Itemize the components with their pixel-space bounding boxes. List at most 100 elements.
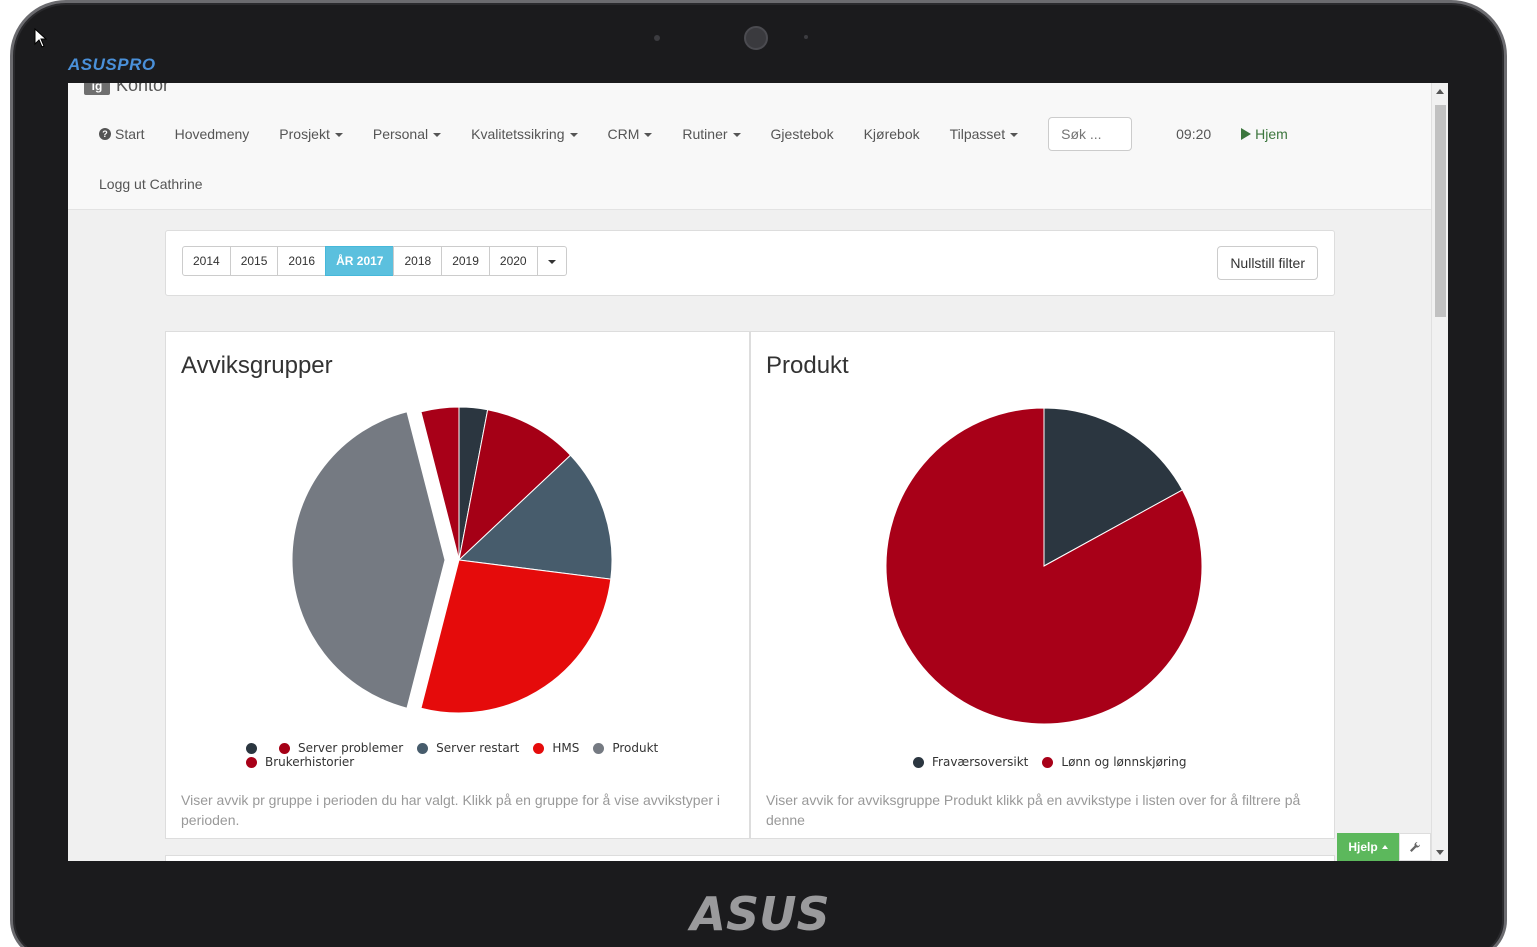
top-navbar: ig Kontor ? Start Hovedmeny Prosjekt Per… bbox=[68, 83, 1431, 210]
legend-item[interactable]: Server problemer bbox=[279, 741, 403, 755]
app-logo-badge: ig bbox=[84, 83, 110, 95]
home-label: Hjem bbox=[1255, 126, 1288, 142]
legend-label: HMS bbox=[552, 741, 580, 755]
legend-label: Produkt bbox=[612, 741, 659, 755]
legend-dot-icon bbox=[417, 742, 429, 754]
legend-label: Brukerhistorier bbox=[265, 755, 355, 769]
pie-chart-produkt bbox=[885, 407, 1203, 725]
year-button-2020[interactable]: 2020 bbox=[488, 246, 538, 276]
nav-kvalitetssikring[interactable]: Kvalitetssikring bbox=[456, 126, 592, 142]
pie-chart-avviksgrupper bbox=[291, 406, 613, 714]
year-button-2014[interactable]: 2014 bbox=[182, 246, 231, 276]
legend-dot-icon bbox=[913, 756, 924, 768]
legend-item[interactable] bbox=[246, 742, 265, 754]
sensor-icon bbox=[804, 35, 808, 39]
search-input[interactable] bbox=[1048, 117, 1133, 151]
year-filter-panel: 2014 2015 2016 ÅR 2017 2018 2019 2020 Nu… bbox=[165, 230, 1335, 296]
year-button-group: 2014 2015 2016 ÅR 2017 2018 2019 2020 bbox=[182, 246, 567, 276]
app-brand[interactable]: ig Kontor bbox=[84, 83, 169, 95]
legend-item[interactable]: Lønn og lønnskjøring bbox=[1042, 755, 1186, 769]
legend-item[interactable]: Fraværsoversikt bbox=[913, 755, 1028, 769]
chart-legend: Fraværsoversikt Lønn og lønnskjøring bbox=[913, 755, 1313, 769]
nav-start[interactable]: ? Start bbox=[84, 126, 160, 142]
nav-prosjekt[interactable]: Prosjekt bbox=[264, 126, 358, 142]
scroll-up-arrow-icon[interactable] bbox=[1436, 89, 1444, 94]
caret-down-icon bbox=[569, 132, 578, 137]
clock-time: 09:20 bbox=[1176, 126, 1212, 142]
chart-card-produkt: Produkt Fraværsoversikt Lønn og lønnskjør… bbox=[750, 331, 1335, 839]
year-button-2018[interactable]: 2018 bbox=[393, 246, 443, 276]
help-button[interactable]: Hjelp bbox=[1337, 833, 1399, 861]
sensor-icon bbox=[654, 35, 660, 41]
caret-down-icon bbox=[334, 132, 343, 137]
asus-logo: ASUS bbox=[687, 890, 829, 938]
vertical-scrollbar[interactable] bbox=[1431, 83, 1448, 861]
question-circle-icon: ? bbox=[99, 128, 111, 140]
reset-filter-button[interactable]: Nullstill filter bbox=[1217, 246, 1318, 280]
year-button-2019[interactable]: 2019 bbox=[441, 246, 490, 276]
device-brand: ASUSPRO bbox=[68, 55, 156, 74]
legend-item[interactable]: Server restart bbox=[417, 741, 519, 755]
legend-dot-icon bbox=[279, 742, 290, 754]
legend-item[interactable]: Produkt bbox=[593, 741, 658, 755]
legend-dot-icon bbox=[246, 756, 257, 768]
nav-rutiner[interactable]: Rutiner bbox=[667, 126, 755, 142]
next-panel bbox=[165, 855, 1335, 861]
nav-label: CRM bbox=[607, 126, 640, 142]
nav-label: Prosjekt bbox=[279, 126, 330, 142]
nav-label: Gjestebok bbox=[770, 126, 834, 142]
legend-label: Fraværsoversikt bbox=[932, 755, 1029, 769]
legend-row: Brukerhistorier bbox=[246, 755, 706, 769]
chart-title: Produkt bbox=[766, 352, 849, 379]
svg-text:ASUS: ASUS bbox=[687, 890, 829, 938]
year-button-2016[interactable]: 2016 bbox=[277, 246, 327, 276]
nav-label: Kvalitetssikring bbox=[471, 126, 565, 142]
mouse-cursor-icon bbox=[34, 28, 48, 48]
nav-crm[interactable]: CRM bbox=[593, 126, 668, 142]
nav-menu: ? Start Hovedmeny Prosjekt Personal Kval… bbox=[84, 117, 1288, 151]
legend-dot-icon bbox=[246, 742, 257, 754]
chart-description: Viser avvik pr gruppe i perioden du har … bbox=[181, 792, 721, 828]
nav-label: Kjørebok bbox=[863, 126, 920, 142]
legend-item[interactable]: Brukerhistorier bbox=[246, 755, 354, 769]
caret-down-icon bbox=[433, 132, 442, 137]
nav-start-label: Start bbox=[115, 126, 145, 142]
nav-label: Tilpasset bbox=[949, 126, 1006, 142]
home-link[interactable]: Hjem bbox=[1241, 126, 1288, 142]
legend-label: Lønn og lønnskjøring bbox=[1061, 755, 1187, 769]
scrollbar-thumb[interactable] bbox=[1435, 105, 1446, 317]
nav-label: Rutiner bbox=[682, 126, 728, 142]
legend-row: Fraværsoversikt Lønn og lønnskjøring bbox=[913, 755, 1313, 769]
nav-tilpasset[interactable]: Tilpasset bbox=[935, 126, 1034, 142]
wrench-icon[interactable] bbox=[1399, 833, 1431, 861]
chart-title: Avviksgrupper bbox=[181, 352, 333, 379]
pie-slice-produkt[interactable] bbox=[291, 411, 446, 709]
nav-label: Personal bbox=[372, 126, 429, 142]
year-button-2017[interactable]: ÅR 2017 bbox=[325, 246, 395, 276]
chart-legend: Server problemer Server restart HMS Produkt… bbox=[246, 741, 706, 769]
browser-viewport: ig Kontor ? Start Hovedmeny Prosjekt Per… bbox=[68, 83, 1448, 861]
caret-up-icon bbox=[1381, 845, 1388, 849]
pie-slice-hms[interactable] bbox=[420, 559, 612, 714]
legend-label: Server restart bbox=[436, 741, 520, 755]
legend-dot-icon bbox=[593, 742, 605, 754]
caret-down-icon bbox=[548, 259, 557, 264]
nav-gjestebok[interactable]: Gjestebok bbox=[756, 126, 849, 142]
chart-description: Viser avvik for avviksgruppe Produkt kli… bbox=[766, 792, 1301, 828]
legend-dot-icon bbox=[533, 742, 545, 754]
legend-item[interactable]: HMS bbox=[533, 741, 579, 755]
year-dropdown-button[interactable] bbox=[536, 246, 567, 276]
logout-link[interactable]: Logg ut Cathrine bbox=[99, 176, 203, 192]
nav-kjorebok[interactable]: Kjørebok bbox=[849, 126, 935, 142]
nav-hovedmeny[interactable]: Hovedmeny bbox=[160, 126, 265, 142]
legend-label: Server problemer bbox=[298, 741, 404, 755]
nav-personal[interactable]: Personal bbox=[358, 126, 456, 142]
caret-down-icon bbox=[1010, 132, 1019, 137]
caret-down-icon bbox=[644, 132, 653, 137]
scroll-down-arrow-icon[interactable] bbox=[1436, 850, 1444, 855]
caret-down-icon bbox=[732, 132, 741, 137]
help-label: Hjelp bbox=[1348, 840, 1378, 854]
year-button-2015[interactable]: 2015 bbox=[229, 246, 279, 276]
camera-icon bbox=[744, 26, 768, 50]
app-title: Kontor bbox=[116, 83, 170, 95]
